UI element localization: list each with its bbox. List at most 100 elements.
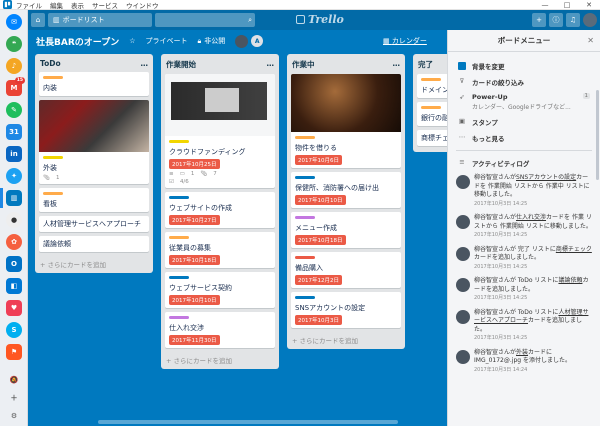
notifications-icon[interactable]: ♪ <box>6 58 22 74</box>
settings-icon[interactable]: ⚙ <box>6 408 22 424</box>
activity-card-link[interactable]: 外装 <box>516 349 528 356</box>
card[interactable]: 物件を借りる 2017年10月6日 <box>291 74 401 168</box>
card[interactable]: 仕入れ交渉 2017年11月30日 <box>165 312 275 348</box>
linkedin-icon[interactable]: in <box>6 146 22 162</box>
calendar-link[interactable]: ▦ カレンダー <box>383 36 427 46</box>
board-icon: ▥ <box>53 16 60 24</box>
card[interactable]: ウェブサイトの作成 2017年10月27日 <box>165 192 275 228</box>
activity-card-link[interactable]: 商標チェック <box>556 246 592 253</box>
onelogin-icon[interactable]: ✿ <box>6 234 22 250</box>
activity-card-link[interactable]: 議論依頼 <box>558 277 582 284</box>
card-badges: ≡ ▭ 1 📎︎ 7 <box>169 171 217 177</box>
calendar-icon[interactable]: 31 <box>6 124 22 140</box>
evernote-icon[interactable]: ✎ <box>6 102 22 118</box>
card[interactable]: 従業員の募集 2017年10月18日 <box>165 232 275 268</box>
card[interactable]: メニュー作成 2017年10月18日 <box>291 212 401 248</box>
add-card-button[interactable]: + さらにカードを追加 <box>165 352 275 367</box>
messenger-icon[interactable]: ✉ <box>6 14 22 30</box>
card[interactable]: 議論依頼 <box>39 236 149 252</box>
team-button[interactable]: プライベート <box>146 36 188 46</box>
close-icon[interactable]: ✕ <box>587 36 594 45</box>
list-menu-icon[interactable]: … <box>267 59 275 70</box>
board-title[interactable]: 社長BARのオープン <box>36 35 119 48</box>
activity-card-link[interactable]: SNSアカウントの設定 <box>516 174 576 181</box>
add-service-icon[interactable]: ＋ <box>6 390 22 406</box>
menu-services[interactable]: サービス <box>92 0 118 10</box>
board-menu: ボードメニュー ✕ 背景を変更 ⊽ カードの絞り込み ➶ Power-Up カレンダー… <box>447 30 600 426</box>
menu-stickers[interactable]: ▣ スタンプ <box>448 114 600 130</box>
search-icon: ⌕ <box>248 15 252 24</box>
background-icon <box>458 62 466 70</box>
card[interactable]: 保健所、消防署への届け出 2017年10月10日 <box>291 172 401 208</box>
bell-icon[interactable]: 🔕 <box>6 372 22 388</box>
trello-icon[interactable]: ▥ <box>6 190 22 206</box>
card[interactable]: SNSアカウントの設定 2017年10月3日 <box>291 292 401 328</box>
card[interactable]: 看板 <box>39 188 149 212</box>
list-header[interactable]: ToDo… <box>39 56 149 72</box>
menu-change-background[interactable]: 背景を変更 <box>448 58 600 74</box>
user-avatar[interactable] <box>583 13 597 27</box>
card[interactable]: 外装 📎︎ 1 <box>39 100 149 184</box>
label <box>169 236 189 239</box>
menu-file[interactable]: ファイル <box>16 0 42 10</box>
list-header[interactable]: 作業中… <box>291 56 401 74</box>
close-window-button[interactable]: ✕ <box>578 1 600 9</box>
member-avatar[interactable] <box>235 34 249 48</box>
info-button[interactable]: ⓘ <box>549 13 563 27</box>
skype-icon[interactable]: S <box>6 322 22 338</box>
notifications-button[interactable]: ♫ <box>566 13 580 27</box>
avatar <box>456 278 470 292</box>
menu-edit[interactable]: 編集 <box>50 0 63 10</box>
boardlist-button[interactable]: ▥ ボードリスト <box>48 13 152 27</box>
minimize-button[interactable]: — <box>534 1 556 9</box>
flag-icon[interactable]: ⚑ <box>6 344 22 360</box>
card[interactable]: クラウドファンディング 2017年10月25日 ≡ ▭ 1 📎︎ 7 ☑ 4/6 <box>165 74 275 188</box>
label <box>43 76 63 79</box>
power-up-count: 1 <box>582 93 590 99</box>
menu-view[interactable]: 表示 <box>71 0 84 10</box>
star-button[interactable]: ☆ <box>129 37 135 45</box>
menu-scrollbar[interactable] <box>596 90 599 180</box>
add-card-button[interactable]: + さらにカードを追加 <box>39 256 149 271</box>
menu-filter-cards[interactable]: ⊽ カードの絞り込み <box>448 74 600 90</box>
maximize-button[interactable]: □ <box>556 1 578 9</box>
plus-icon: + <box>536 16 542 24</box>
card[interactable]: 人材管理サービスへアプローチ <box>39 216 149 232</box>
horizontal-scrollbar[interactable] <box>98 420 398 424</box>
menu-more[interactable]: ⋯ もっと見る <box>448 130 600 146</box>
search-input[interactable]: ⌕ <box>155 13 255 27</box>
add-card-button[interactable]: + さらにカードを追加 <box>291 332 401 347</box>
paperclip-icon: 📎︎ <box>43 175 50 181</box>
label <box>169 276 189 279</box>
sticker-icon: ▣ <box>458 117 466 125</box>
pocket-icon[interactable]: ♥ <box>6 300 22 316</box>
list-header[interactable]: 作業開始… <box>165 56 275 74</box>
card-cover-image <box>165 74 275 136</box>
label <box>295 136 315 139</box>
github-icon[interactable]: ● <box>6 212 22 228</box>
list-menu-icon[interactable]: … <box>141 59 149 68</box>
member-initial-avatar[interactable]: A <box>251 35 264 47</box>
twitter-icon[interactable]: ✦ <box>6 168 22 184</box>
description-icon: ≡ <box>169 171 174 177</box>
card[interactable]: ウェブサービス契約 2017年10月10日 <box>165 272 275 308</box>
card[interactable]: 備品購入 2017年12月2日 <box>291 252 401 288</box>
gmail-icon[interactable]: M 15 <box>6 77 25 96</box>
list-menu-icon[interactable]: … <box>393 59 401 70</box>
menu-window[interactable]: ウインドウ <box>126 0 159 10</box>
label <box>169 140 189 143</box>
bell-header-icon: ♫ <box>569 16 577 24</box>
trello-logo[interactable]: Trello <box>296 13 344 26</box>
hangouts-icon[interactable]: ❝ <box>6 36 22 52</box>
create-button[interactable]: + <box>532 13 546 27</box>
card[interactable]: 内装 <box>39 72 149 96</box>
activity-card-link[interactable]: 仕入れ交渉 <box>516 214 546 221</box>
menu-power-up[interactable]: ➶ Power-Up カレンダー、Googleドライブなど... 1 <box>448 90 600 114</box>
home-icon: ⌂ <box>35 16 41 24</box>
outlook-icon[interactable]: O <box>6 256 22 272</box>
visibility-button[interactable]: 🔒︎ 非公開 <box>198 36 226 46</box>
star-icon: ☆ <box>129 37 136 45</box>
word-icon[interactable]: ◧ <box>6 278 22 294</box>
home-button[interactable]: ⌂ <box>31 13 45 27</box>
mail-count-badge: 15 <box>14 77 25 84</box>
